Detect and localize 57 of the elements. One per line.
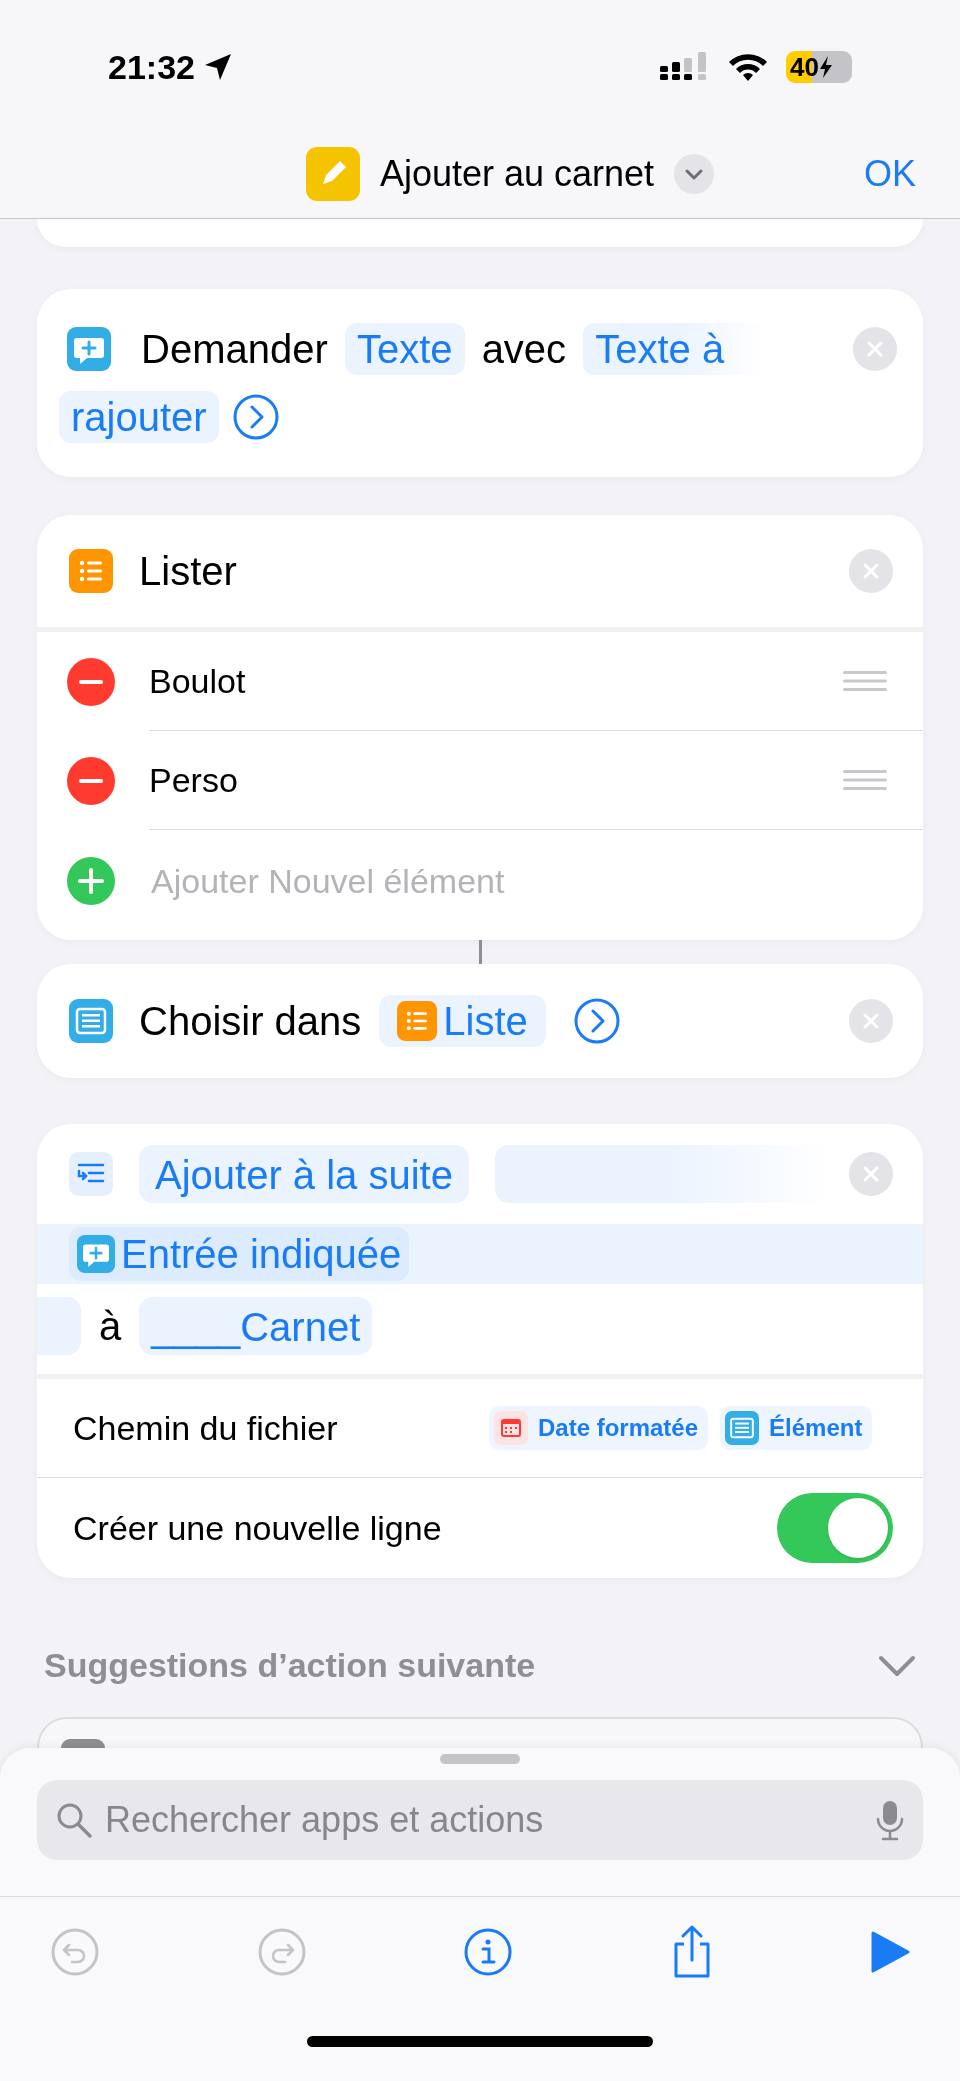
close-icon: [861, 1164, 881, 1184]
remove-icon[interactable]: [67, 657, 115, 706]
close-button[interactable]: [853, 327, 897, 371]
status-time: 21:32: [108, 46, 195, 88]
action-title: Lister: [139, 548, 238, 595]
list-item-text[interactable]: Boulot: [149, 655, 843, 707]
pencil-icon: [305, 147, 360, 201]
drag-handle-icon[interactable]: [843, 670, 887, 692]
variable-token[interactable]: Texte: [344, 323, 465, 375]
close-icon: [861, 561, 881, 581]
list-item-text[interactable]: Perso: [149, 754, 843, 806]
drag-handle-icon[interactable]: [843, 769, 887, 791]
add-icon[interactable]: [67, 857, 115, 905]
variable-token[interactable]: ____Carnet: [139, 1297, 373, 1355]
speech-bubble-icon: [77, 1235, 115, 1273]
parameter-label: Chemin du fichier: [73, 1407, 338, 1449]
calendar-icon: [494, 1411, 528, 1445]
variable-token[interactable]: Date formatée: [489, 1406, 709, 1450]
search-bar[interactable]: Rechercher apps et actions: [37, 1780, 923, 1860]
done-button[interactable]: OK: [864, 147, 916, 201]
cellular-signal-icon: [660, 52, 708, 82]
action-label: Choisir dans: [139, 998, 362, 1045]
microphone-icon[interactable]: [875, 1799, 905, 1841]
action-label: avec: [481, 327, 567, 371]
sheet-handle[interactable]: [440, 1754, 520, 1764]
chevron-circle-icon[interactable]: [232, 394, 279, 441]
variable-token[interactable]: Liste: [379, 995, 546, 1047]
new-item-field[interactable]: Ajouter Nouvel élément: [151, 855, 923, 907]
close-icon: [861, 1011, 881, 1031]
speech-bubble-icon: [67, 327, 111, 372]
list-icon: [69, 549, 113, 593]
chevron-down-icon[interactable]: [878, 1653, 916, 1678]
variable-token[interactable]: Entrée indiquée: [69, 1227, 410, 1281]
action-label: à: [99, 1303, 122, 1350]
close-button[interactable]: [849, 1152, 893, 1196]
parameter-label: Créer une nouvelle ligne: [73, 1507, 443, 1549]
append-lines-icon: [69, 1152, 113, 1196]
action-label: Demander: [141, 327, 328, 371]
section-header: Suggestions d’action suivante: [44, 1645, 537, 1686]
close-icon: [865, 339, 885, 359]
variable-token[interactable]: Élément: [720, 1406, 873, 1450]
variable-token[interactable]: rajouter: [59, 391, 219, 443]
close-button[interactable]: [849, 999, 893, 1043]
chevron-circle-icon[interactable]: [573, 998, 620, 1044]
search-icon: [55, 1801, 93, 1839]
info-icon[interactable]: [463, 1926, 513, 1977]
remove-icon[interactable]: [67, 756, 115, 805]
charging-bolt-icon: [819, 56, 832, 78]
list-icon: [397, 1001, 438, 1041]
search-field[interactable]: Rechercher apps et actions: [105, 1793, 863, 1847]
chevron-down-icon[interactable]: [674, 154, 715, 194]
close-button[interactable]: [849, 549, 893, 593]
play-icon[interactable]: [870, 1929, 910, 1974]
menu-window-icon: [69, 999, 113, 1043]
variable-token[interactable]: Ajouter à la suite: [139, 1145, 469, 1203]
shortcut-title[interactable]: Ajouter au carnet: [379, 147, 655, 201]
menu-window-icon: [725, 1411, 760, 1445]
